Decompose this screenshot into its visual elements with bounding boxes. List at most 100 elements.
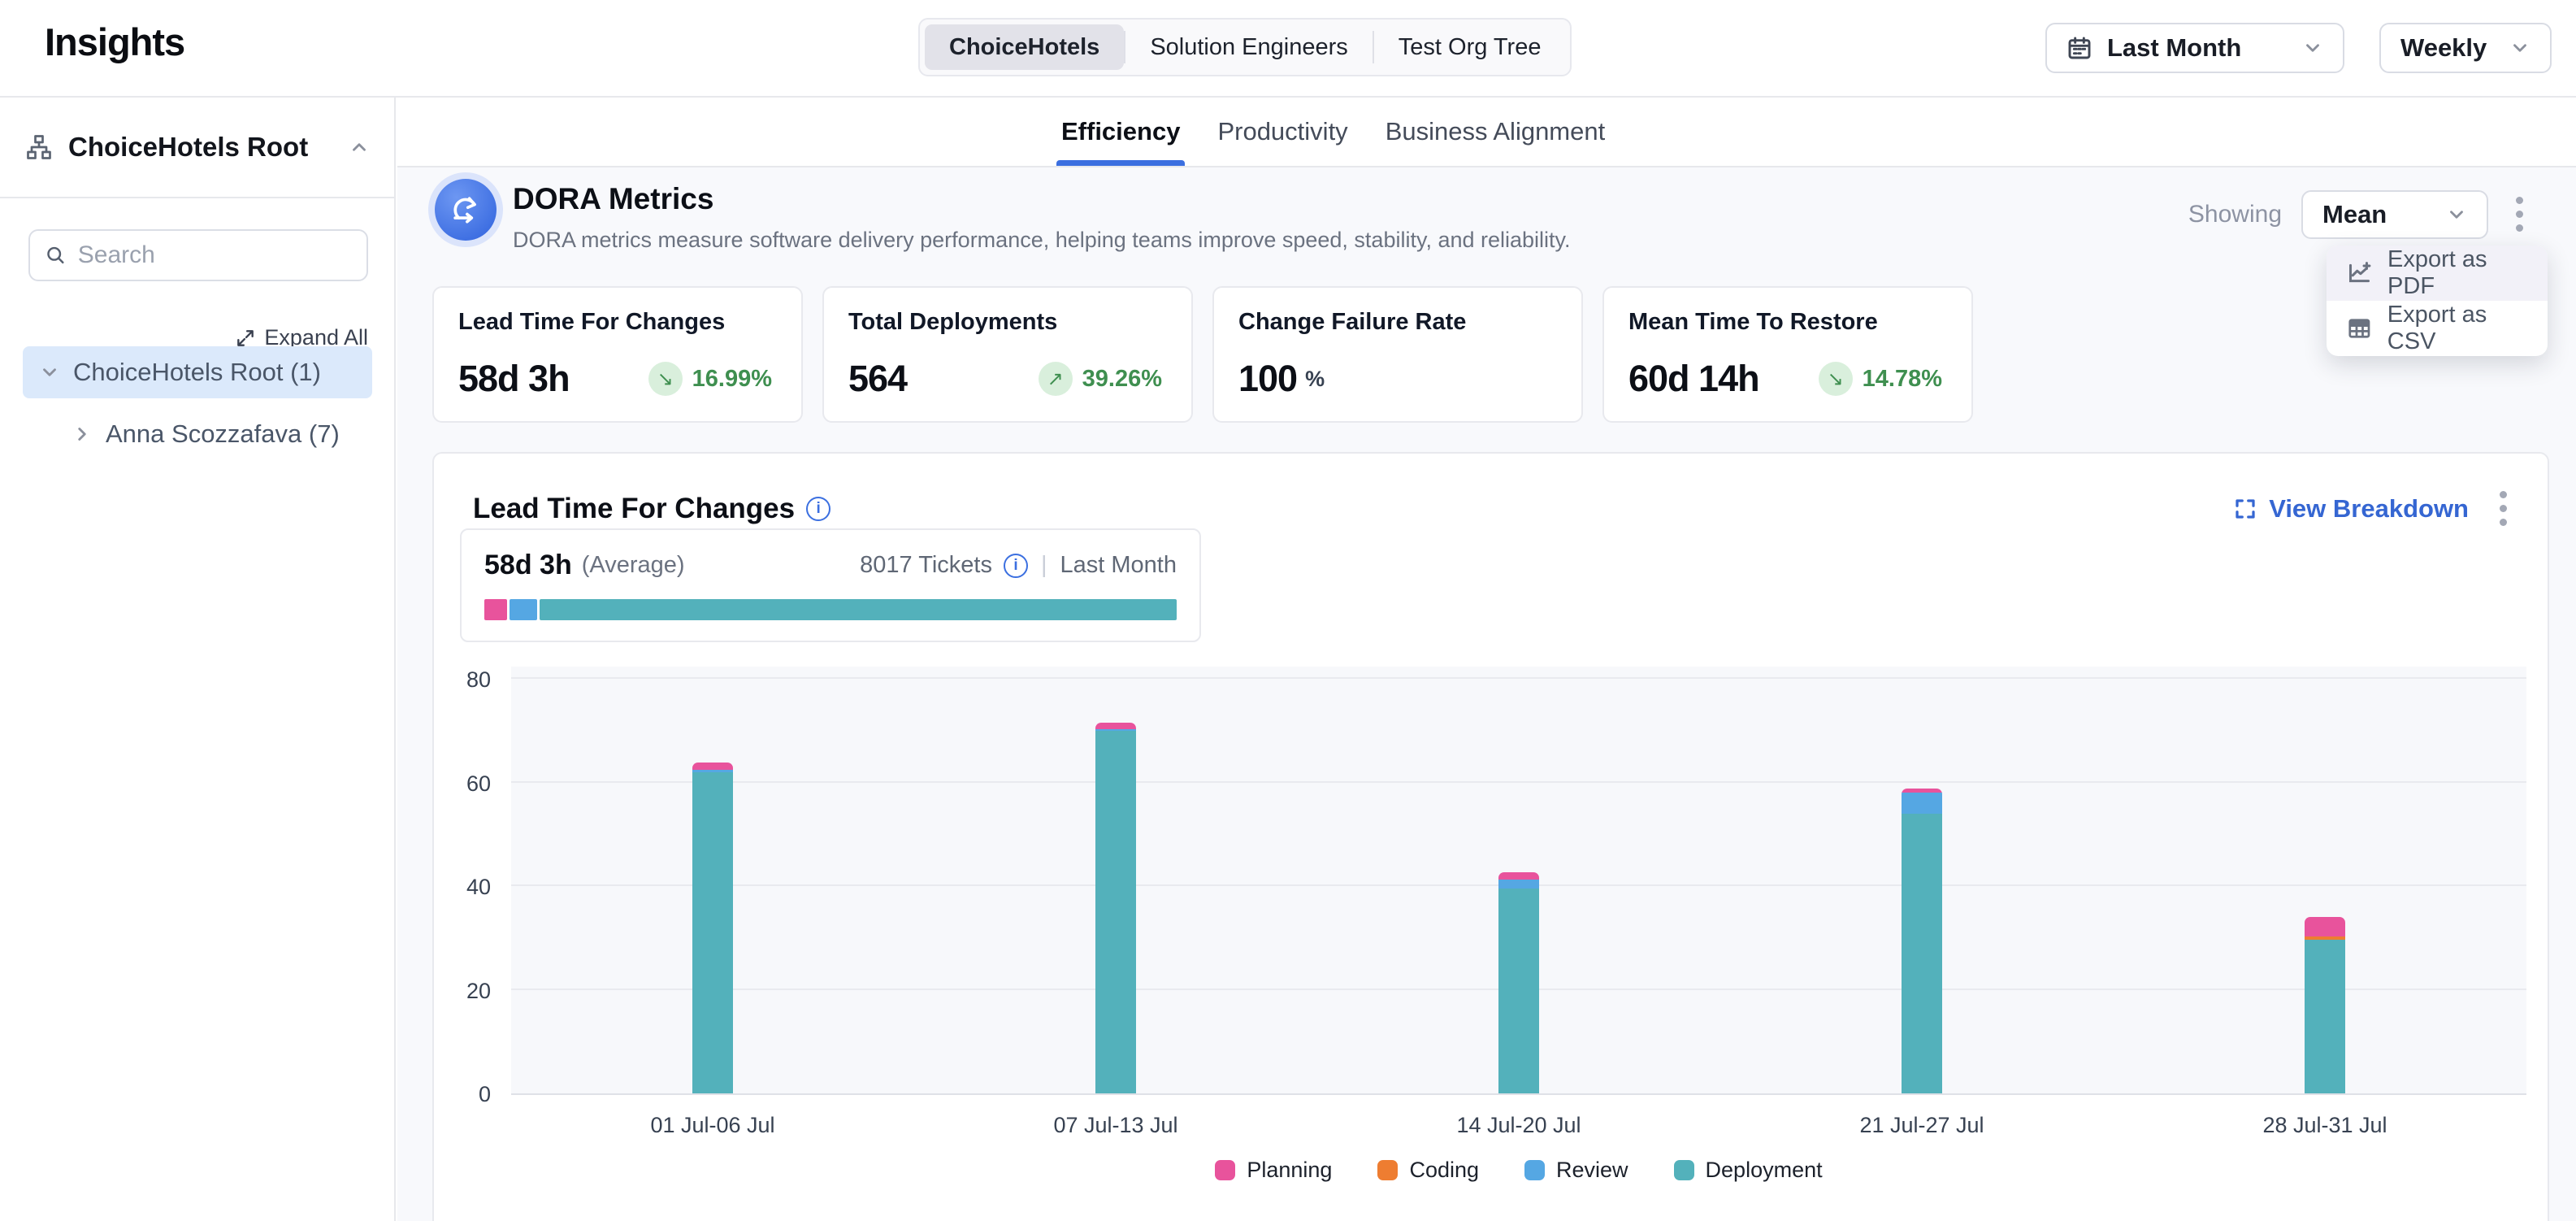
tree-item-label: ChoiceHotels Root (1) [73,358,321,387]
info-icon[interactable]: i [1004,554,1028,578]
bar-segment-planning [1095,723,1136,729]
tab-productivity[interactable]: Productivity [1217,98,1347,166]
org-tab-solution-engineers[interactable]: Solution Engineers [1125,24,1372,70]
search-icon [45,243,67,267]
calendar-icon [2066,35,2092,61]
dora-section-title: DORA Metrics [513,182,713,216]
chart-export-icon [2346,259,2373,288]
trend-badge: ↘ 14.78% [1819,362,1947,396]
tree-item-label: Anna Scozzafava (7) [106,419,340,449]
bar-segment-deployment [1095,731,1136,1093]
metric-unit: % [1305,367,1325,392]
legend-label: Deployment [1706,1158,1823,1183]
x-tick-label: 21 Jul-27 Jul [1859,1113,1984,1138]
distribution-segment-planning [484,599,507,620]
showing-controls: Showing Mean [2188,189,2531,240]
trend-down-icon: ↘ [648,362,683,396]
phase-distribution-bar [484,599,1177,620]
dora-kebab-menu-button[interactable] [2508,189,2531,240]
bar-segment-planning [1498,872,1539,879]
metric-title: Change Failure Rate [1238,309,1557,336]
stacked-bar [692,763,733,1093]
chart-legend: Planning Coding Review Deployment [511,1158,2526,1183]
menu-item-label: Export as PDF [2387,246,2528,300]
metric-title: Mean Time To Restore [1628,309,1947,336]
summary-period: Last Month [1060,552,1177,579]
metric-card-total-deployments: Total Deployments 564 ↗ 39.26% [822,286,1193,423]
chevron-down-icon [2302,37,2323,59]
chevron-down-icon[interactable] [39,362,60,383]
bar-segment-planning [2305,917,2345,936]
sprint-cycle-icon [448,192,484,228]
metric-value: 58d 3h [458,358,570,400]
distribution-segment-deployment [540,599,1177,620]
trend-badge: ↘ 16.99% [648,362,777,396]
legend-swatch [1377,1160,1398,1180]
aggregation-select[interactable]: Mean [2301,190,2488,239]
y-tick-label: 0 [442,1082,491,1107]
org-tree-sidebar: ChoiceHotels Root Expand All ChoiceHotel… [0,98,396,1221]
trend-delta: 16.99% [692,366,772,393]
view-tabs-bar: Efficiency Productivity Business Alignme… [397,98,2576,167]
lead-time-summary: 58d 3h (Average) 8017 Tickets i | Last M… [460,528,1201,642]
legend-item-coding[interactable]: Coding [1377,1158,1479,1183]
legend-item-planning[interactable]: Planning [1215,1158,1332,1183]
chevron-down-icon [2446,204,2467,225]
dora-section-description: DORA metrics measure software delivery p… [513,228,1571,253]
date-range-value: Last Month [2107,33,2288,63]
view-breakdown-label: View Breakdown [2269,494,2469,524]
metric-cards-row: Lead Time For Changes 58d 3h ↘ 16.99% To… [432,286,1973,423]
y-tick-label: 80 [442,667,491,693]
search-input[interactable] [78,241,352,269]
x-tick-label: 14 Jul-20 Jul [1456,1113,1581,1138]
export-csv-menu-item[interactable]: Export as CSV [2327,301,2548,356]
stacked-bar [2305,917,2345,1093]
insights-dashboard: Insights ChoiceHotels Solution Engineers… [0,0,2576,1221]
x-tick-label: 28 Jul-31 Jul [2262,1113,2387,1138]
stacked-bar-chart [511,667,2526,1095]
lead-time-chart-card: Lead Time For Changes i View Breakdown 5… [432,452,2549,1221]
trend-up-icon: ↗ [1039,362,1073,396]
granularity-select[interactable]: Weekly [2379,23,2552,73]
metric-title: Lead Time For Changes [458,309,777,336]
metric-value: 100 [1238,358,1297,400]
gridline [511,677,2526,679]
sidebar-root-title: ChoiceHotels Root [68,132,334,163]
org-tab-choicehotels[interactable]: ChoiceHotels [925,24,1124,70]
metric-card-mean-time-to-restore: Mean Time To Restore 60d 14h ↘ 14.78% [1602,286,1973,423]
showing-label: Showing [2188,201,2282,228]
tree-item-root[interactable]: ChoiceHotels Root (1) [23,346,372,398]
dora-metrics-icon [435,179,497,241]
legend-item-review[interactable]: Review [1524,1158,1628,1183]
legend-label: Review [1556,1158,1628,1183]
date-range-select[interactable]: Last Month [2045,23,2344,73]
chevron-right-icon[interactable] [72,424,93,445]
metric-title: Total Deployments [848,309,1167,336]
tab-efficiency[interactable]: Efficiency [1061,98,1180,166]
chevron-down-icon [2509,37,2530,59]
info-icon[interactable]: i [806,497,830,521]
org-tab-test-org-tree[interactable]: Test Org Tree [1374,24,1566,70]
expand-diagonal-icon [235,328,256,349]
org-switcher: ChoiceHotels Solution Engineers Test Org… [918,18,1572,76]
bar-segment-review [1902,793,1942,814]
distribution-segment-review [510,599,537,620]
legend-swatch [1524,1160,1545,1180]
legend-item-deployment[interactable]: Deployment [1674,1158,1823,1183]
y-tick-label: 60 [442,771,491,797]
legend-label: Coding [1409,1158,1479,1183]
stacked-bar [1498,872,1539,1093]
export-pdf-menu-item[interactable]: Export as PDF [2327,246,2548,301]
trend-badge: ↗ 39.26% [1039,362,1167,396]
tree-item-anna[interactable]: Anna Scozzafava (7) [72,410,340,458]
metric-card-lead-time: Lead Time For Changes 58d 3h ↘ 16.99% [432,286,803,423]
chart-kebab-menu-button[interactable] [2491,483,2515,534]
legend-label: Planning [1247,1158,1332,1183]
chevron-up-icon[interactable] [349,137,370,158]
view-breakdown-button[interactable]: View Breakdown [2233,494,2469,524]
legend-swatch [1215,1160,1235,1180]
tab-business-alignment[interactable]: Business Alignment [1386,98,1606,166]
y-tick-label: 40 [442,875,491,900]
main-content: Efficiency Productivity Business Alignme… [397,98,2576,1221]
trend-down-icon: ↘ [1819,362,1853,396]
